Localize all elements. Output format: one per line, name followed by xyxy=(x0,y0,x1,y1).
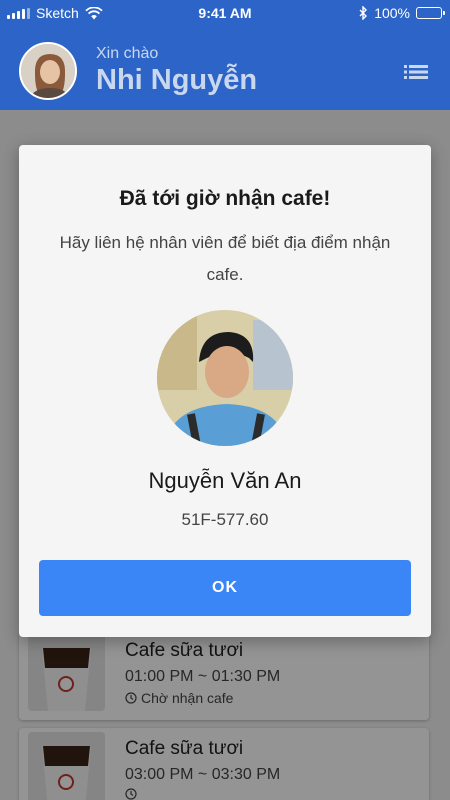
ok-button[interactable]: OK xyxy=(39,560,411,616)
user-avatar[interactable] xyxy=(19,42,77,100)
app-header: Sketch 9:41 AM 100% Xin chào Nhi Nguyễn xyxy=(0,0,450,110)
status-bar: Sketch 9:41 AM 100% xyxy=(0,0,450,26)
user-name: Nhi Nguyễn xyxy=(96,64,258,96)
license-plate: 51F-577.60 xyxy=(181,510,269,529)
bluetooth-icon xyxy=(359,6,368,20)
status-right: 100% xyxy=(359,5,445,21)
greeting: Xin chào xyxy=(96,45,159,62)
modal-message: Hãy liên hệ nhân viên để biết địa điểm n… xyxy=(59,233,391,284)
menu-list-icon[interactable] xyxy=(404,64,428,80)
battery-percent: 100% xyxy=(374,5,410,21)
modal-title: Đã tới giờ nhận cafe! xyxy=(119,187,331,210)
driver-name: Nguyễn Văn An xyxy=(148,468,302,493)
pickup-modal: Đã tới giờ nhận cafe! Hãy liên hệ nhân v… xyxy=(19,145,431,637)
battery-icon xyxy=(416,7,445,19)
driver-avatar xyxy=(157,310,293,446)
